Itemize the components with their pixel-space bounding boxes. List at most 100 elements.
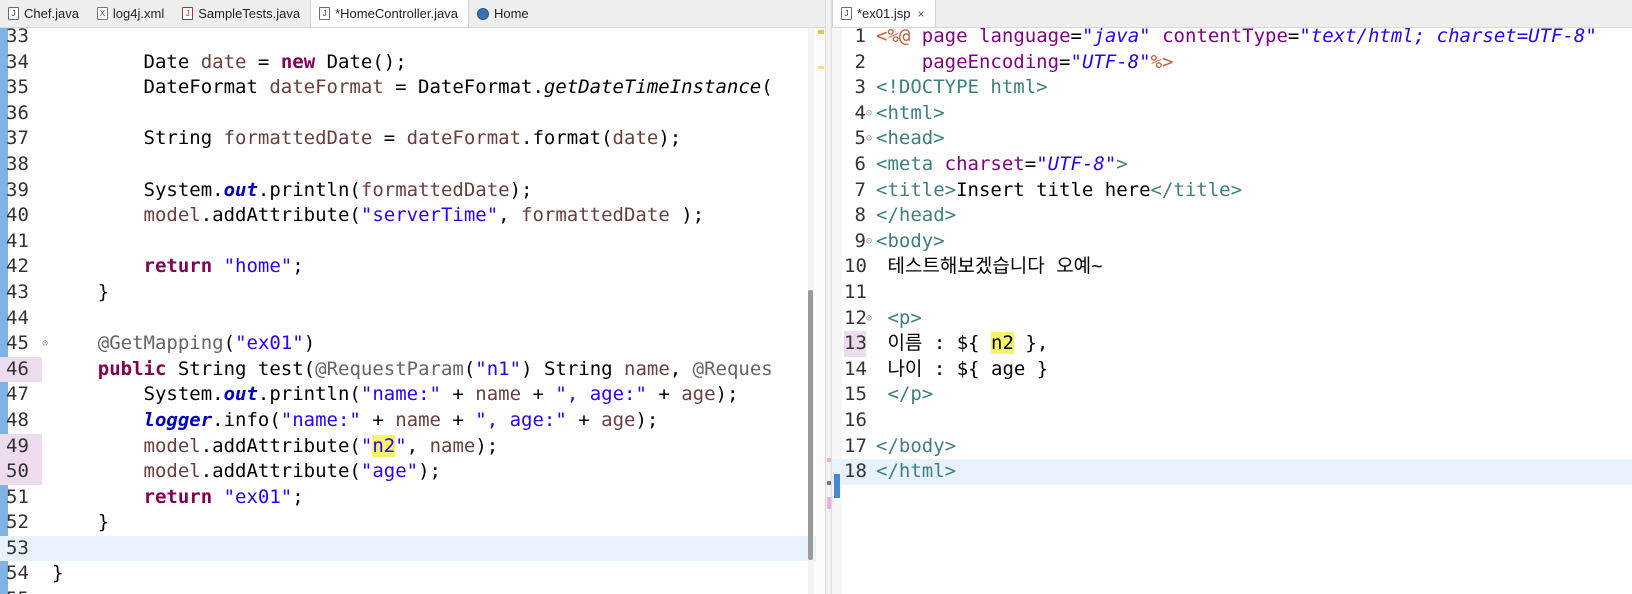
- code-text: System.out.println("name:" + name + ", a…: [52, 382, 739, 408]
- code-line[interactable]: 3 <!DOCTYPE html>: [832, 75, 1632, 101]
- code-line[interactable]: 11: [832, 280, 1632, 306]
- line-number: 44: [6, 306, 29, 329]
- line-number: 3: [854, 76, 866, 99]
- line-number: 17: [844, 434, 867, 457]
- code-text: model.addAttribute("age");: [52, 459, 441, 485]
- code-token: name: [475, 383, 522, 406]
- code-token: );: [715, 383, 739, 406]
- code-text: logger.info("name:" + name + ", age:" + …: [52, 408, 659, 434]
- code-text: return "ex01";: [52, 485, 304, 511]
- code-line[interactable]: 43 }: [0, 280, 825, 306]
- tab-homecontroller-java[interactable]: J *HomeController.java: [310, 0, 469, 27]
- code-line[interactable]: 17 </body>: [832, 434, 1632, 460]
- code-token: 테스트해보겠습니다 오예~: [876, 255, 1103, 278]
- code-line[interactable]: 39 System.out.println(formattedDate);: [0, 178, 825, 204]
- code-line[interactable]: 41: [0, 229, 825, 255]
- code-token: html: [990, 76, 1037, 99]
- fold-toggle-icon[interactable]: ⊝: [866, 229, 876, 255]
- line-number: 7: [854, 178, 866, 201]
- fold-toggle-icon[interactable]: ⊝: [42, 331, 52, 357]
- tab-chef-java[interactable]: J Chef.java: [0, 0, 89, 27]
- code-token: model: [143, 434, 201, 457]
- code-text: }: [52, 561, 63, 587]
- code-line[interactable]: 37 String formattedDate = dateFormat.for…: [0, 126, 825, 152]
- code-line[interactable]: 55: [0, 587, 825, 594]
- code-line[interactable]: 45 ⊝ @GetMapping("ex01"): [0, 331, 825, 357]
- code-token: +: [566, 408, 602, 431]
- code-line[interactable]: 49 model.addAttribute("n2", name);: [0, 433, 825, 460]
- code-text: <head>: [876, 126, 945, 152]
- code-line[interactable]: 6 <meta charset="UTF-8">: [832, 152, 1632, 178]
- scrollbar-thumb[interactable]: [808, 290, 813, 560]
- tab-label: Home: [493, 6, 529, 21]
- code-line[interactable]: 47 System.out.println("name:" + name + "…: [0, 382, 825, 408]
- code-text: DateFormat dateFormat = DateFormat.getDa…: [52, 75, 773, 101]
- code-line[interactable]: 35 DateFormat dateFormat = DateFormat.ge…: [0, 75, 825, 101]
- code-line[interactable]: 16: [832, 408, 1632, 434]
- code-line[interactable]: 46 public String test(@RequestParam("n1"…: [0, 356, 825, 383]
- code-line[interactable]: 51 return "ex01";: [0, 485, 825, 511]
- code-line[interactable]: 33: [0, 28, 825, 50]
- code-token: Date: [143, 50, 201, 73]
- code-line[interactable]: 8 </head>: [832, 203, 1632, 229]
- line-number: 39: [6, 178, 29, 201]
- code-line[interactable]: 40 model.addAttribute("serverTime", form…: [0, 203, 825, 229]
- code-line[interactable]: 12⊝ <p>: [832, 306, 1632, 332]
- code-line[interactable]: 2 pageEncoding="UTF-8"%>: [832, 50, 1632, 76]
- code-line[interactable]: 9⊝ <body>: [832, 229, 1632, 255]
- java-code-lines: 33 34 Date date = new Date(); 35 DateForma…: [0, 28, 825, 594]
- fold-toggle-icon[interactable]: ⊝: [866, 306, 876, 332]
- warning-marker[interactable]: [818, 30, 824, 34]
- java-code-editor[interactable]: 33 34 Date date = new Date(); 35 DateForma…: [0, 28, 825, 594]
- fold-toggle-icon[interactable]: ⊝: [866, 126, 876, 152]
- code-token: logger: [143, 408, 213, 431]
- tab-log4j-xml[interactable]: Xlog4j.xml: [89, 0, 174, 27]
- code-token: name: [395, 408, 441, 431]
- code-line[interactable]: 7 <title>Insert title here</title>: [832, 178, 1632, 204]
- code-line[interactable]: 36: [0, 101, 825, 127]
- line-number: 40: [6, 204, 29, 227]
- code-text: 이름 : ${ n2 },: [876, 331, 1048, 357]
- code-text: <%@ page language="java" contentType="te…: [876, 28, 1597, 50]
- code-token: out: [223, 383, 258, 406]
- code-line[interactable]: 42 return "home";: [0, 254, 825, 280]
- code-line[interactable]: 48 logger.info("name:" + name + ", age:"…: [0, 408, 825, 434]
- code-token: n2: [991, 332, 1014, 355]
- code-token: (: [223, 332, 236, 355]
- code-token: </body>: [876, 434, 957, 457]
- code-line[interactable]: 44: [0, 306, 825, 332]
- overview-ruler[interactable]: [816, 28, 825, 594]
- code-line[interactable]: 13 이름 : ${ n2 },: [832, 331, 1632, 357]
- code-line[interactable]: 10 테스트해보겠습니다 오예~: [832, 254, 1632, 280]
- line-number: 13: [844, 331, 867, 357]
- code-line[interactable]: 1 <%@ page language="java" contentType="t…: [832, 28, 1632, 50]
- jsp-code-editor[interactable]: 1 <%@ page language="java" contentType="t…: [832, 28, 1632, 594]
- code-line[interactable]: 54}: [0, 561, 825, 587]
- close-icon[interactable]: ×: [917, 7, 924, 21]
- editor-split-sash[interactable]: [825, 0, 832, 594]
- code-line[interactable]: 18 </html>: [832, 459, 1632, 485]
- code-line[interactable]: 14 나이 : ${ age }: [832, 357, 1632, 383]
- code-token: language: [979, 28, 1071, 47]
- code-token: .println(: [257, 383, 361, 406]
- tab-ex01-jsp[interactable]: J *ex01.jsp ×: [832, 0, 936, 27]
- code-token: "ex01": [223, 485, 293, 508]
- code-line[interactable]: 52 }: [0, 510, 825, 536]
- code-line[interactable]: 15 </p>: [832, 382, 1632, 408]
- tab-sampletests-java[interactable]: J SampleTests.java: [174, 0, 310, 27]
- code-line[interactable]: 50 model.addAttribute("age");: [0, 459, 825, 485]
- code-line[interactable]: 38: [0, 152, 825, 178]
- fold-toggle-icon[interactable]: ⊝: [866, 101, 876, 127]
- code-token: .format(: [521, 127, 613, 150]
- code-line[interactable]: 34 Date date = new Date();: [0, 50, 825, 76]
- code-text: <title>Insert title here</title>: [876, 178, 1242, 204]
- code-line[interactable]: 4⊝ <html>: [832, 101, 1632, 127]
- line-number: 6: [854, 152, 866, 175]
- tab-home[interactable]: Home: [469, 0, 539, 27]
- code-line[interactable]: 5⊝ <head>: [832, 126, 1632, 152]
- occurrence-marker[interactable]: [818, 66, 824, 69]
- code-token: }: [52, 280, 110, 303]
- code-token: <title>: [876, 178, 957, 201]
- code-line[interactable]: 53: [0, 535, 825, 562]
